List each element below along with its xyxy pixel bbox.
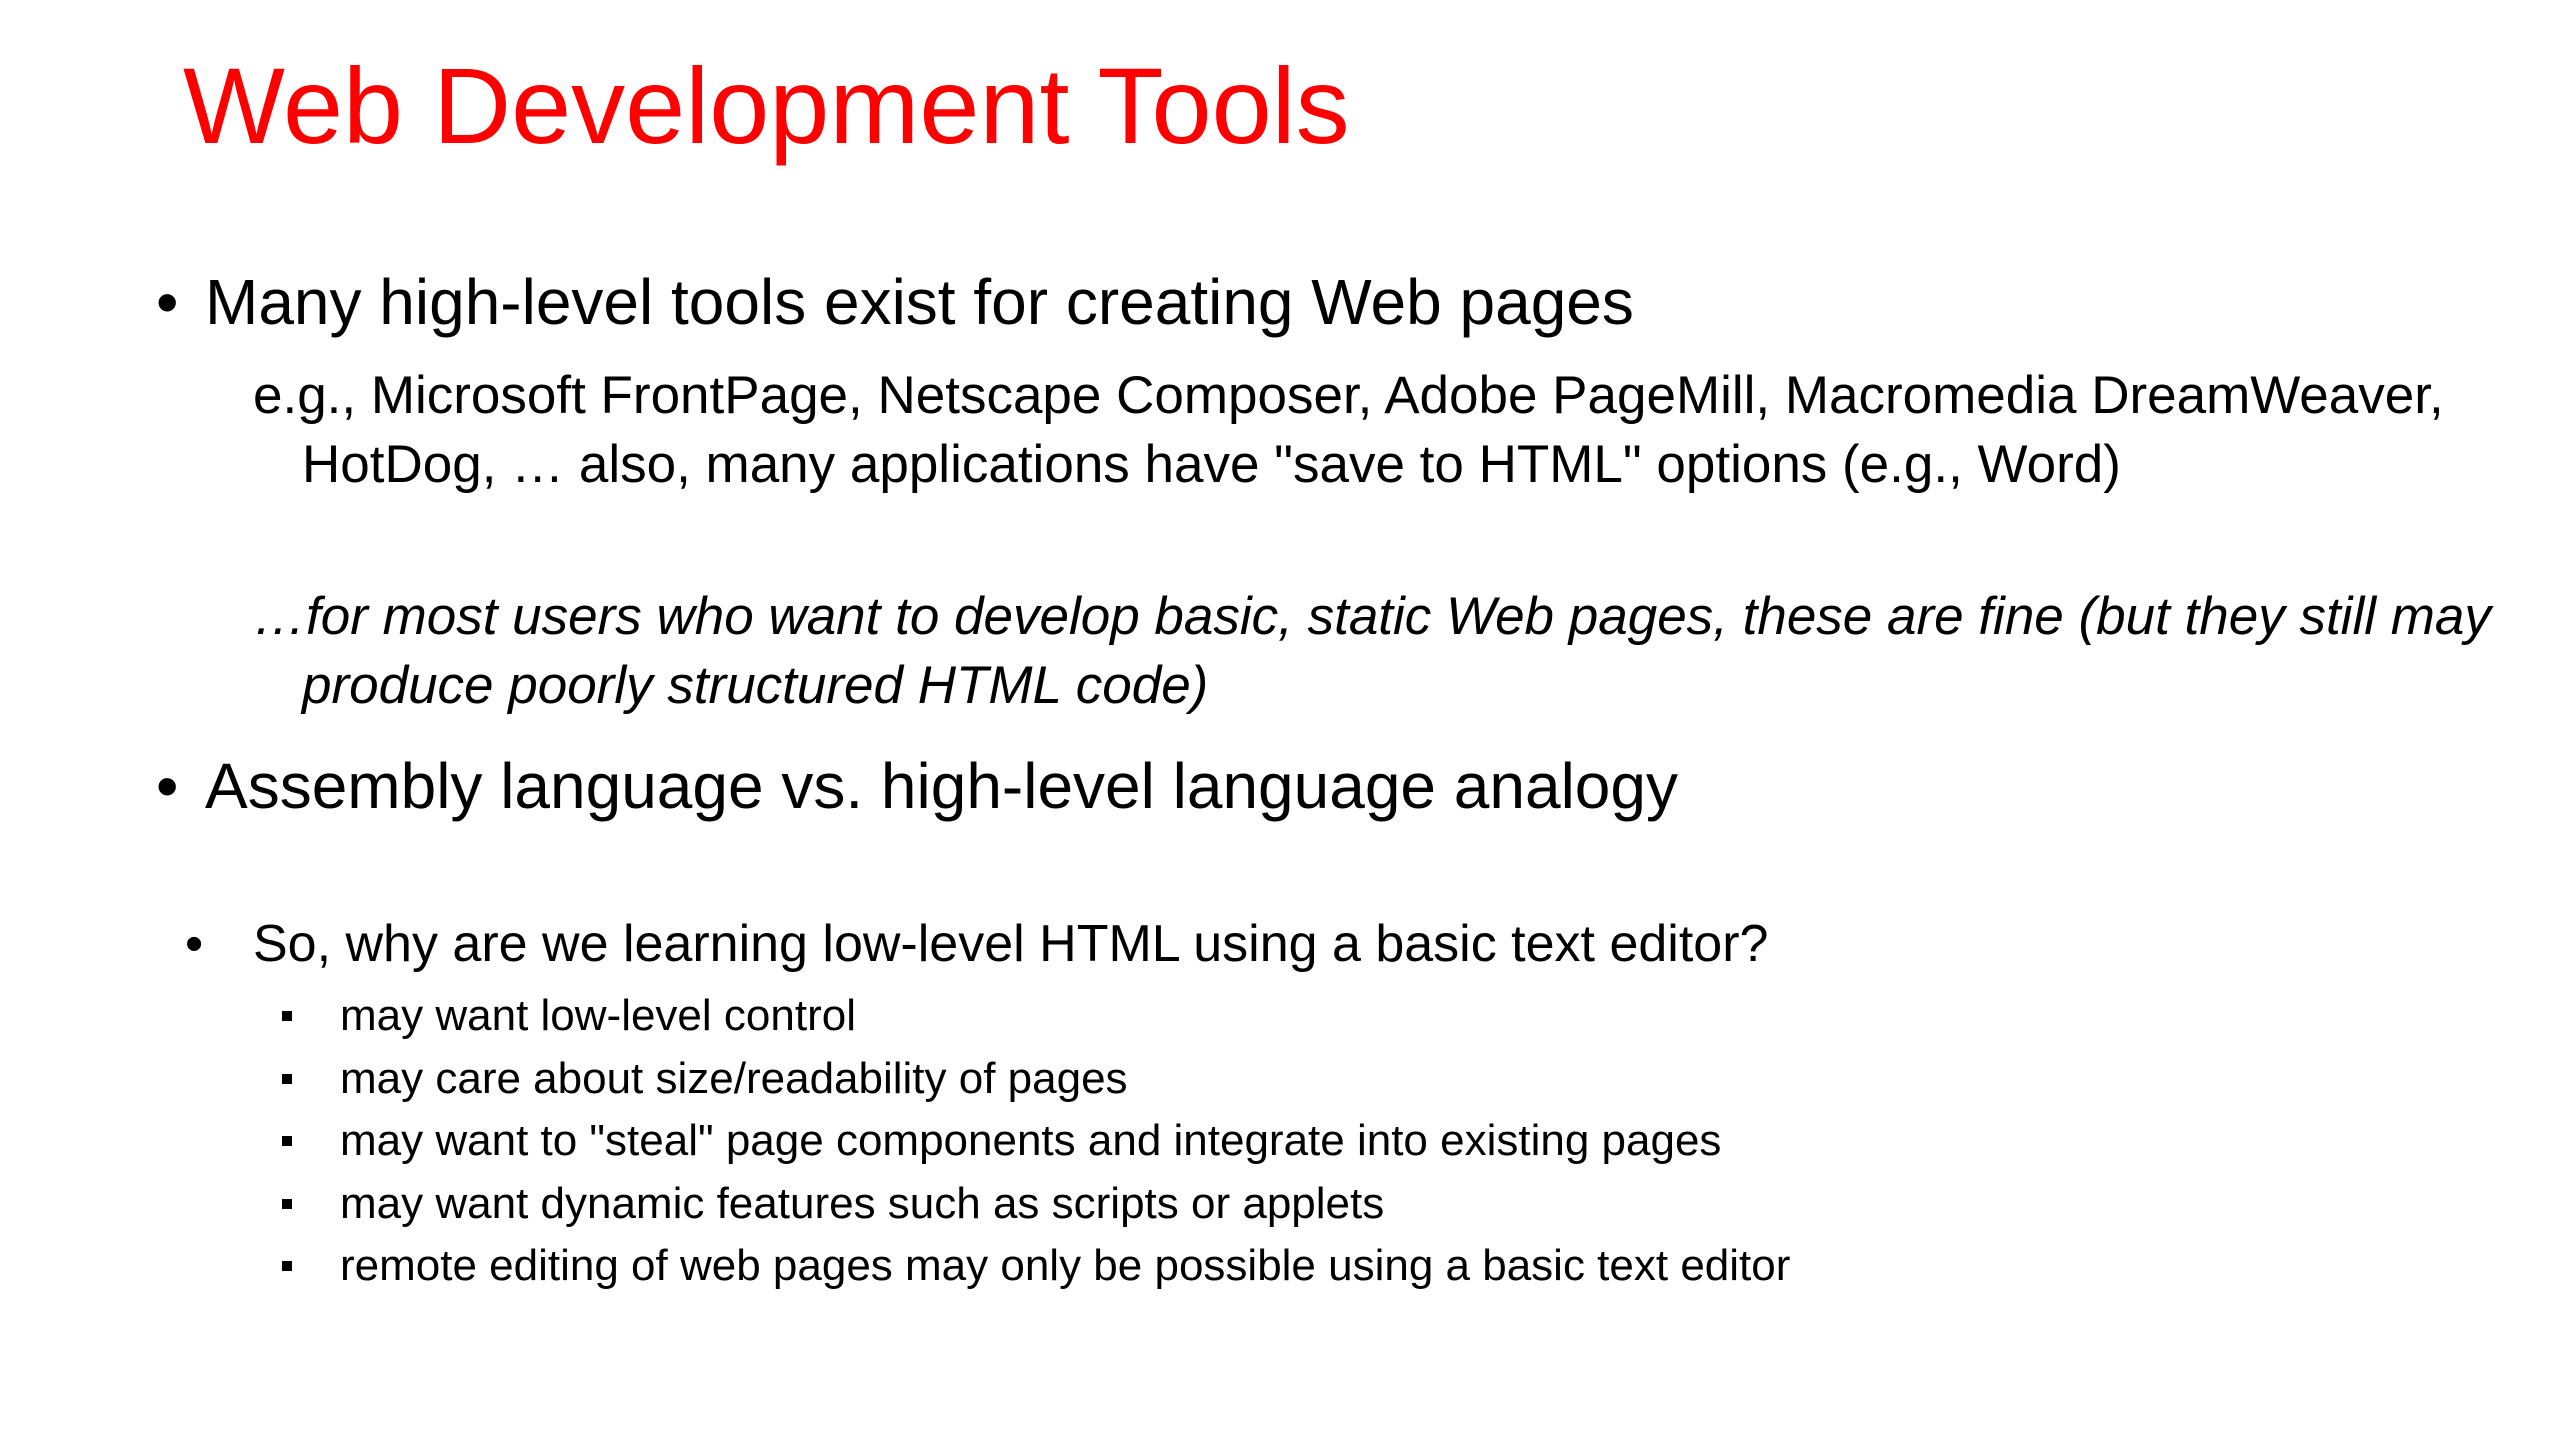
- list-item-text: may care about size/readability of pages: [340, 1053, 1128, 1103]
- list-item-text: may want low-level control: [340, 991, 856, 1040]
- square-bullet-icon: [282, 1073, 292, 1084]
- tools-examples-text: e.g., Microsoft FrontPage, Netscape Comp…: [253, 366, 2444, 494]
- list-item-text: may want dynamic features such as script…: [340, 1178, 1385, 1228]
- reasons-list: may want low-level control may care abou…: [282, 985, 1791, 1298]
- bullet-marker: •: [156, 750, 179, 822]
- bullet-assembly-analogy: • Assembly language vs. high-level langu…: [156, 750, 1678, 824]
- list-item: may want dynamic features such as script…: [282, 1173, 1790, 1236]
- bullet-why-learning-html: • So, why are we learning low-level HTML…: [185, 913, 1769, 975]
- list-item-text: may want to "steal" page components and …: [340, 1116, 1722, 1165]
- list-item-text: remote editing of web pages may only be …: [340, 1241, 1791, 1290]
- list-item: may want to "steal" page components and …: [282, 1110, 1790, 1173]
- bullet-text: Assembly language vs. high-level languag…: [205, 750, 1678, 822]
- square-bullet-icon: [282, 1198, 292, 1209]
- bullet-high-level-tools: • Many high-level tools exist for creati…: [156, 266, 1634, 340]
- square-bullet-icon: [282, 1261, 292, 1271]
- slide: Web Development Tools • Many high-level …: [0, 0, 2560, 1440]
- square-bullet-icon: [282, 1011, 292, 1021]
- bullet-marker: •: [185, 915, 204, 973]
- list-item: remote editing of web pages may only be …: [282, 1235, 1791, 1298]
- slide-title: Web Development Tools: [183, 45, 1350, 166]
- bullet-marker: •: [156, 266, 179, 338]
- square-bullet-icon: [282, 1136, 292, 1146]
- bullet-text: Many high-level tools exist for creating…: [205, 266, 1634, 338]
- tools-note-text: …for most users who want to develop basi…: [253, 587, 2491, 715]
- list-item: may care about size/readability of pages: [282, 1048, 1790, 1111]
- list-item: may want low-level control: [282, 985, 1790, 1048]
- bullet-text: So, why are we learning low-level HTML u…: [253, 915, 1769, 973]
